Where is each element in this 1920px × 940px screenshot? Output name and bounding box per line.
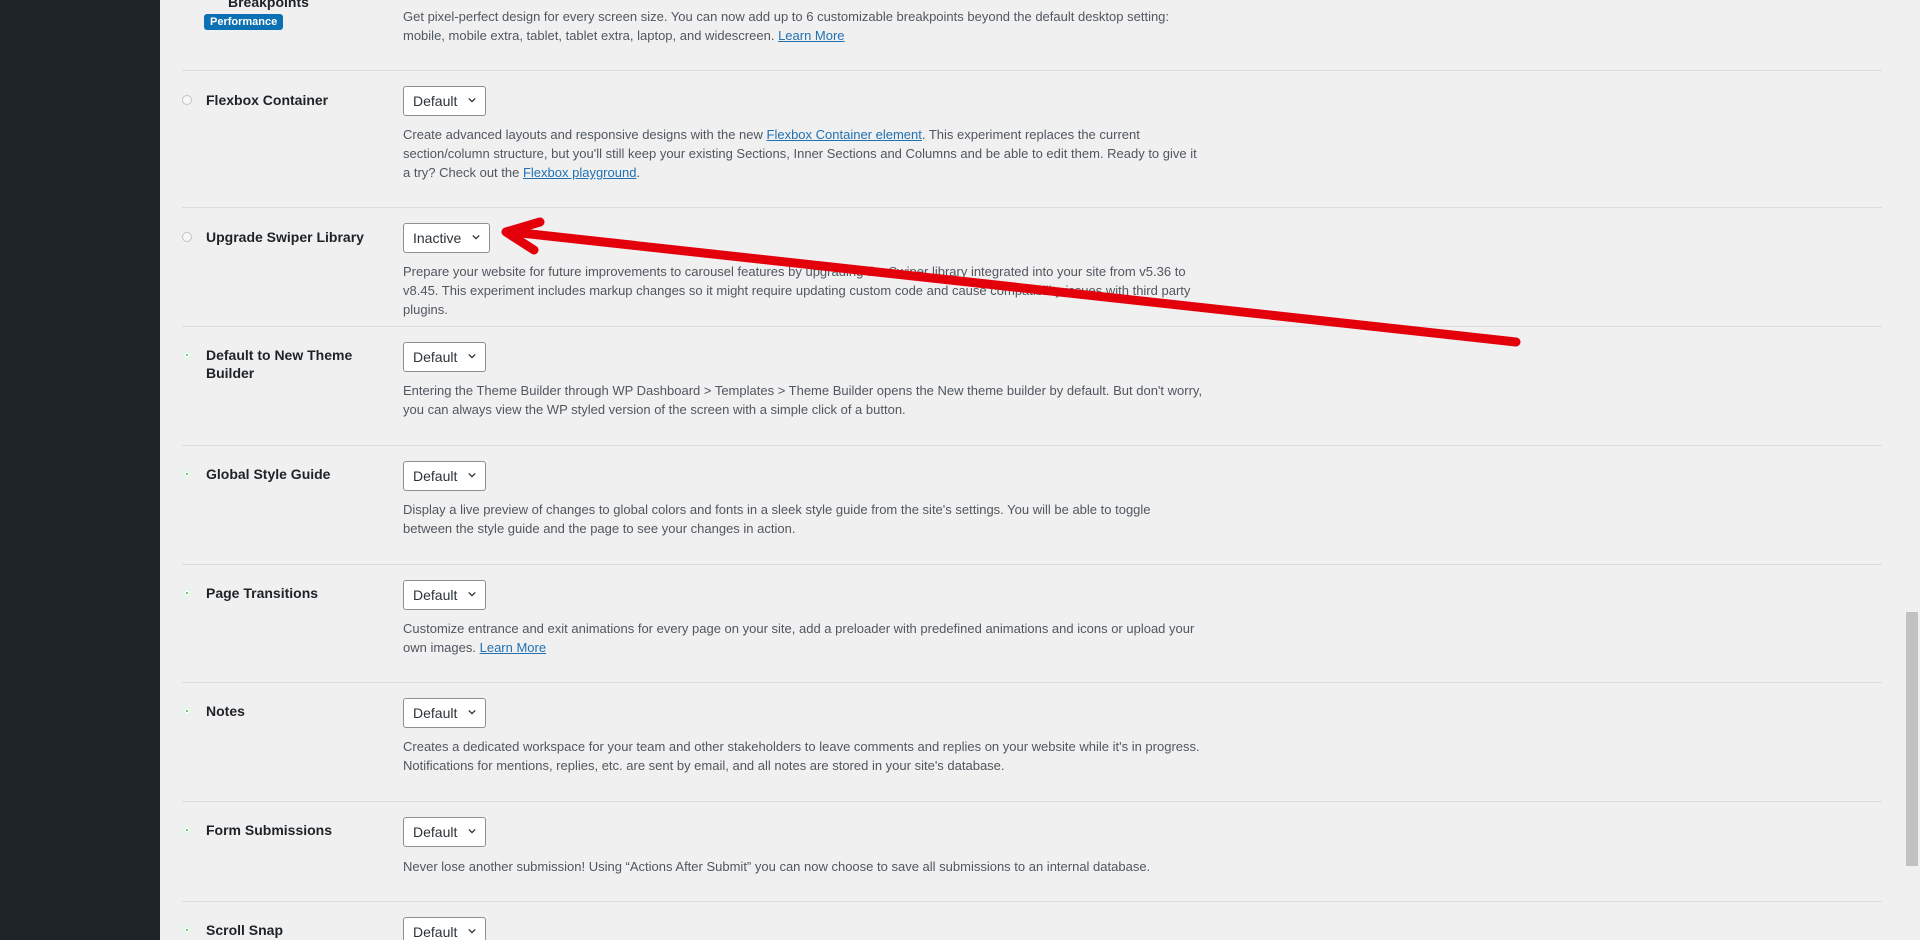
feature-name: Page Transitions: [206, 585, 319, 601]
performance-badge: Performance: [204, 14, 284, 30]
feature-name: Form Submissions: [206, 822, 333, 838]
status-dot-icon: [182, 469, 192, 479]
feature-name: Default to New Theme Builder: [206, 347, 353, 381]
experiments-list: Breakpoints Performance Get pixel-perfec…: [160, 0, 1904, 940]
feature-description: Create advanced layouts and responsive d…: [403, 127, 1197, 180]
chevron-down-icon: [468, 928, 477, 934]
status-dot-icon: [182, 350, 192, 360]
flexbox-playground-link[interactable]: Flexbox playground: [523, 165, 636, 180]
experiment-state-select[interactable]: Default: [403, 917, 487, 940]
feature-description: Prepare your website for future improvem…: [403, 264, 1191, 317]
learn-more-link[interactable]: Learn More: [480, 640, 546, 655]
chevron-down-icon: [468, 709, 477, 715]
chevron-down-icon: [472, 234, 480, 240]
feature-description: Display a live preview of changes to glo…: [403, 502, 1151, 536]
scrollbar-thumb[interactable]: [1906, 612, 1918, 866]
chevron-down-icon: [468, 353, 477, 359]
status-dot-icon: [182, 232, 192, 242]
experiment-state-select[interactable]: Default: [403, 698, 487, 728]
chevron-down-icon: [468, 591, 477, 597]
feature-name: Scroll Snap: [206, 922, 284, 938]
status-dot-icon: [182, 825, 192, 835]
feature-name: Global Style Guide: [206, 466, 331, 482]
status-dot-icon: [182, 588, 192, 598]
experiment-row-form-submissions: Form Submissions Default Never lose anot…: [182, 801, 1882, 902]
experiment-state-select[interactable]: Default: [403, 86, 487, 116]
chevron-down-icon: [468, 97, 477, 103]
scrollbar[interactable]: [1904, 0, 1920, 940]
feature-name: Notes: [206, 703, 245, 719]
feature-description: Customize entrance and exit animations f…: [403, 621, 1195, 655]
feature-description: Never lose another submission! Using “Ac…: [403, 859, 1151, 874]
experiment-row-notes: Notes Default Creates a dedicated worksp…: [182, 682, 1882, 802]
experiment-row-page-transitions: Page Transitions Default Customize entra…: [182, 564, 1882, 683]
feature-description: Get pixel-perfect design for every scree…: [403, 9, 1170, 43]
experiment-state-select[interactable]: Default: [403, 461, 487, 491]
flexbox-container-element-link[interactable]: Flexbox Container element: [767, 127, 922, 142]
experiment-state-select[interactable]: Inactive: [403, 223, 491, 253]
feature-name: Upgrade Swiper Library: [206, 229, 364, 245]
experiment-row-flexbox-container: Flexbox Container Default Create advance…: [182, 70, 1882, 208]
experiment-row-upgrade-swiper-library: Upgrade Swiper Library Inactive Prepare …: [182, 207, 1882, 327]
experiment-row-global-style-guide: Global Style Guide Default Display a liv…: [182, 445, 1882, 565]
chevron-down-icon: [468, 472, 477, 478]
experiment-row-scroll-snap: Scroll Snap Default: [182, 901, 1882, 940]
status-dot-icon: [182, 95, 192, 105]
status-dot-icon: [182, 706, 192, 716]
learn-more-link[interactable]: Learn More: [778, 28, 844, 43]
admin-sidebar: [0, 0, 160, 940]
experiment-state-select[interactable]: Default: [403, 342, 487, 372]
experiment-row-default-to-new-theme-builder: Default to New Theme Builder Default Ent…: [182, 326, 1882, 446]
experiment-row-breakpoints: Breakpoints Performance Get pixel-perfec…: [182, 0, 1882, 71]
experiment-state-select[interactable]: Default: [403, 817, 487, 847]
feature-name: Breakpoints: [228, 0, 309, 10]
status-dot-icon: [182, 925, 192, 935]
experiment-state-select[interactable]: Default: [403, 580, 487, 610]
feature-description: Creates a dedicated workspace for your t…: [403, 739, 1200, 773]
feature-description: Entering the Theme Builder through WP Da…: [403, 383, 1203, 417]
feature-name: Flexbox Container: [206, 92, 329, 108]
chevron-down-icon: [468, 828, 477, 834]
